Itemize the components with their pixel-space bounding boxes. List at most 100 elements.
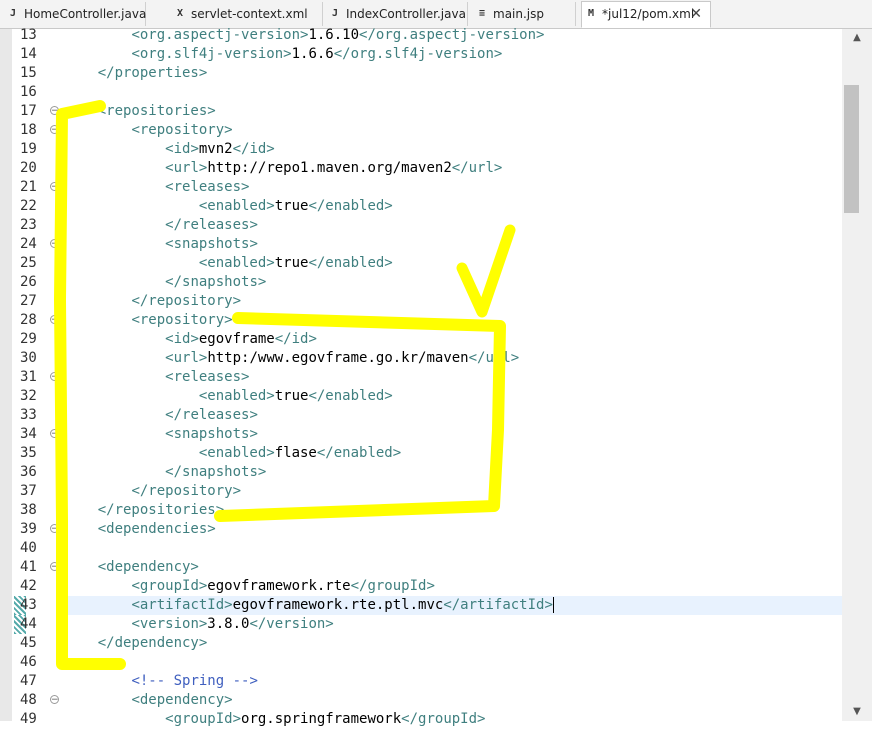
code-line[interactable]: 43 <artifactId>egovframework.rte.ptl.mvc… — [0, 596, 842, 615]
xml-tag: <repository> — [131, 312, 233, 328]
xml-tag: </dependency> — [97, 635, 208, 651]
code-line[interactable]: 16 — [0, 83, 842, 102]
code-line[interactable]: 23 </releases> — [0, 216, 842, 235]
code-line[interactable]: 17 − <repositories> — [0, 102, 842, 121]
code-line[interactable]: 40 — [0, 539, 842, 558]
code-line[interactable]: 18 − <repository> — [0, 121, 842, 140]
xml-tag: <snapshots> — [165, 426, 258, 442]
code-text: <dependency> — [64, 691, 233, 710]
code-line[interactable]: 25 <enabled>true</enabled> — [0, 254, 842, 273]
code-line[interactable]: 42 <groupId>egovframework.rte</groupId> — [0, 577, 842, 596]
xml-tag: <org.aspectj-version> — [131, 27, 309, 43]
text-value: egovframe — [198, 331, 275, 347]
code-line[interactable]: 26 </snapshots> — [0, 273, 842, 292]
line-number: 18 — [20, 122, 37, 138]
code-line[interactable]: 49 <groupId>org.springframework</groupId… — [0, 710, 842, 729]
line-number: 46 — [20, 654, 37, 670]
xml-file-icon: X — [176, 8, 184, 19]
code-text: </releases> — [64, 406, 258, 425]
text-value — [64, 464, 165, 480]
xml-tag: <enabled> — [198, 445, 275, 461]
line-number: 24 — [20, 236, 37, 252]
line-number: 26 — [20, 274, 37, 290]
xml-tag: </url> — [451, 160, 503, 176]
code-line[interactable]: 35 <enabled>flase</enabled> — [0, 444, 842, 463]
text-value — [64, 407, 165, 423]
code-text: <groupId>egovframework.rte</groupId> — [64, 577, 434, 596]
fold-toggle-icon[interactable]: − — [50, 695, 59, 705]
text-value — [64, 597, 131, 613]
scroll-up-button[interactable]: ▲ — [842, 29, 872, 47]
tab-label: IndexController.java — [346, 7, 466, 21]
code-line[interactable]: 38 </repositories> — [0, 501, 842, 520]
code-line[interactable]: 34 − <snapshots> — [0, 425, 842, 444]
xml-tag: <id> — [165, 141, 199, 157]
code-line[interactable]: 33 </releases> — [0, 406, 842, 425]
code-line[interactable]: 46 — [0, 653, 842, 672]
code-line[interactable]: 20 <url>http://repo1.maven.org/maven2</u… — [0, 159, 842, 178]
tab-4[interactable]: ≡ main.jsp — [473, 2, 576, 26]
line-number: 27 — [20, 293, 37, 309]
tab-3[interactable]: J IndexController.java — [326, 2, 468, 26]
code-text: </repository> — [64, 292, 241, 311]
code-line[interactable]: 32 <enabled>true</enabled> — [0, 387, 842, 406]
line-number: 41 — [20, 559, 37, 575]
text-value — [64, 236, 165, 252]
text-value: egovframework.rte.ptl.mvc — [232, 597, 444, 613]
xml-tag: </url> — [468, 350, 520, 366]
code-line[interactable]: 31 − <releases> — [0, 368, 842, 387]
code-line[interactable]: 45 </dependency> — [0, 634, 842, 653]
code-text: <snapshots> — [64, 235, 258, 254]
code-line[interactable]: 22 <enabled>true</enabled> — [0, 197, 842, 216]
fold-toggle-icon[interactable]: − — [50, 429, 59, 439]
line-number: 32 — [20, 388, 37, 404]
code-text: <version>3.8.0</version> — [64, 615, 333, 634]
code-line[interactable]: 27 </repository> — [0, 292, 842, 311]
fold-toggle-icon[interactable]: − — [50, 239, 59, 249]
code-line[interactable]: 47 <!-- Spring --> — [0, 672, 842, 691]
tab-1[interactable]: J HomeController.java — [4, 2, 146, 26]
scrollbar-thumb[interactable] — [844, 85, 859, 213]
fold-toggle-icon[interactable]: − — [50, 106, 59, 116]
xml-tag: <dependency> — [131, 692, 233, 708]
fold-toggle-icon[interactable]: − — [50, 182, 59, 192]
code-text: <enabled>flase</enabled> — [64, 444, 401, 463]
fold-toggle-icon[interactable]: − — [50, 372, 59, 382]
line-number: 22 — [20, 198, 37, 214]
code-line[interactable]: 36 </snapshots> — [0, 463, 842, 482]
xml-tag: </id> — [274, 331, 317, 347]
code-line[interactable]: 41 − <dependency> — [0, 558, 842, 577]
scroll-down-button[interactable]: ▼ — [842, 703, 872, 721]
code-line[interactable]: 14 <org.slf4j-version>1.6.6</org.slf4j-v… — [0, 45, 842, 64]
code-line[interactable]: 48 − <dependency> — [0, 691, 842, 710]
code-line[interactable]: 13 <org.aspectj-version>1.6.10</org.aspe… — [0, 26, 842, 45]
xml-tag: <enabled> — [198, 388, 275, 404]
fold-toggle-icon[interactable]: − — [50, 315, 59, 325]
line-number: 47 — [20, 673, 37, 689]
fold-toggle-icon[interactable]: − — [50, 524, 59, 534]
code-line[interactable]: 19 <id>mvn2</id> — [0, 140, 842, 159]
code-editor[interactable]: 13 <org.aspectj-version>1.6.10</org.aspe… — [0, 26, 872, 727]
vertical-scrollbar[interactable]: ▲ ▼ — [842, 29, 872, 721]
code-line[interactable]: 15 </properties> — [0, 64, 842, 83]
tab-5[interactable]: M *jul12/pom.xml ✕ — [581, 1, 711, 28]
code-line[interactable]: 39 − <dependencies> — [0, 520, 842, 539]
fold-toggle-icon[interactable]: − — [50, 562, 59, 572]
code-text: <org.slf4j-version>1.6.6</org.slf4j-vers… — [64, 45, 502, 64]
code-line[interactable]: 24 − <snapshots> — [0, 235, 842, 254]
text-value — [64, 521, 98, 537]
text-value: http://repo1.maven.org/maven2 — [207, 160, 452, 176]
tab-2[interactable]: Xservlet-context.xml — [171, 2, 323, 26]
text-value — [64, 293, 131, 309]
xml-tag: <enabled> — [198, 198, 275, 214]
code-line[interactable]: 28 − <repository> — [0, 311, 842, 330]
code-line[interactable]: 37 </repository> — [0, 482, 842, 501]
code-text: <repository> — [64, 121, 232, 140]
fold-toggle-icon[interactable]: − — [50, 125, 59, 135]
close-icon[interactable]: ✕ — [690, 2, 702, 26]
code-line[interactable]: 44 <version>3.8.0</version> — [0, 615, 842, 634]
code-line[interactable]: 29 <id>egovframe</id> — [0, 330, 842, 349]
line-number: 31 — [20, 369, 37, 385]
code-line[interactable]: 21 − <releases> — [0, 178, 842, 197]
code-line[interactable]: 30 <url>http:/www.egovframe.go.kr/maven<… — [0, 349, 842, 368]
